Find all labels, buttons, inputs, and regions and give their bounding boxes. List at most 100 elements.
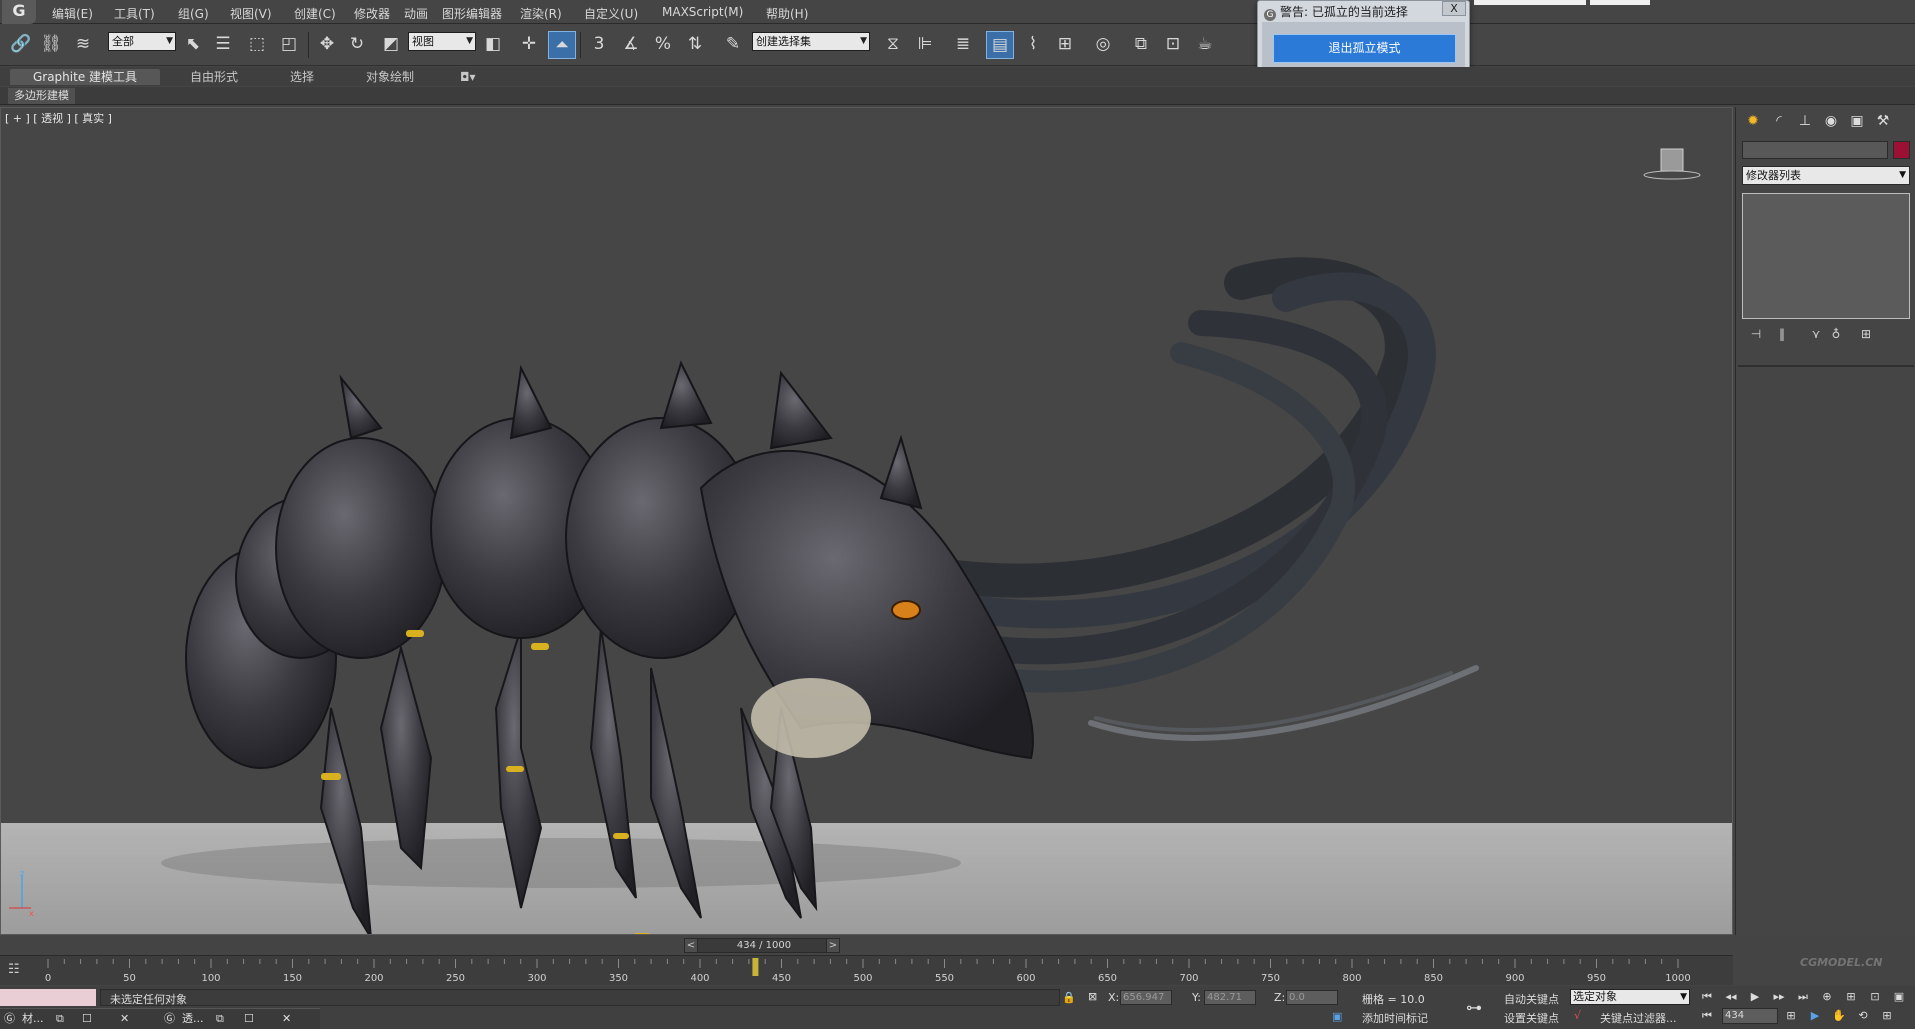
- percent-snap-icon[interactable]: %: [650, 31, 676, 57]
- snap-toggle-icon[interactable]: 3: [586, 31, 612, 57]
- menu-maxscript[interactable]: MAXScript(M): [662, 5, 743, 19]
- maximize-viewport-icon[interactable]: ▣: [1890, 989, 1908, 1005]
- modify-tab-icon[interactable]: ◜: [1768, 111, 1790, 131]
- scale-icon[interactable]: ◩: [378, 31, 404, 57]
- select-manipulate-icon[interactable]: ✛: [516, 31, 542, 57]
- zoom-all-icon[interactable]: ⊞: [1842, 989, 1860, 1005]
- maximize-icon[interactable]: ☐: [82, 1011, 92, 1027]
- close-icon[interactable]: X: [1442, 1, 1466, 16]
- maxscript-listener-mini[interactable]: [0, 989, 96, 1006]
- menu-rendering[interactable]: 渲染(R): [520, 5, 562, 22]
- pan-view-icon[interactable]: ✋: [1830, 1008, 1848, 1024]
- create-tab-icon[interactable]: ✹: [1742, 111, 1764, 131]
- tab-freeform[interactable]: 自由形式: [190, 69, 238, 85]
- minimized-viewport-window[interactable]: 透...: [182, 1011, 204, 1027]
- minimized-material-editor[interactable]: 材...: [22, 1011, 44, 1027]
- window-crossing-icon[interactable]: ◰: [276, 31, 302, 57]
- previous-key-icon[interactable]: ◂◂: [1722, 989, 1740, 1005]
- next-frame-button[interactable]: >: [826, 938, 840, 953]
- lock-selection-icon[interactable]: 🔒: [1062, 991, 1076, 1004]
- mirror-icon[interactable]: ⧖: [880, 31, 906, 57]
- perspective-viewport[interactable]: [ + ] [ 透视 ] [ 真实 ] z x: [0, 107, 1733, 935]
- close-icon[interactable]: ✕: [282, 1011, 291, 1027]
- tab-object-paint[interactable]: 对象绘制: [366, 69, 414, 85]
- keyboard-shortcut-override-icon[interactable]: ⏶: [548, 31, 576, 59]
- play-icon[interactable]: ▶: [1746, 989, 1764, 1005]
- hierarchy-tab-icon[interactable]: ⊥: [1794, 111, 1816, 131]
- zoom-extents-icon[interactable]: ⊡: [1866, 989, 1884, 1005]
- angle-snap-icon[interactable]: ∡: [618, 31, 644, 57]
- search-field[interactable]: [1474, 0, 1586, 5]
- maximize-toggle-icon[interactable]: ⊞: [1878, 1008, 1896, 1024]
- x-coord-field[interactable]: 656.947: [1120, 990, 1172, 1005]
- app-logo-button[interactable]: G: [2, 0, 36, 24]
- modifier-stack[interactable]: [1742, 193, 1910, 319]
- menu-modifiers[interactable]: 修改器: [354, 5, 390, 22]
- move-icon[interactable]: ✥: [314, 31, 340, 57]
- tab-selection[interactable]: 选择: [290, 69, 314, 85]
- configure-modifier-sets-icon[interactable]: ⊞: [1856, 325, 1876, 343]
- previous-frame-button[interactable]: <: [684, 938, 698, 953]
- key-mode-icon[interactable]: ⏮: [1698, 1008, 1716, 1024]
- go-to-end-icon[interactable]: ⏭: [1794, 989, 1812, 1005]
- bind-space-warp-icon[interactable]: ≋: [70, 31, 96, 57]
- key-selection-dropdown[interactable]: 选定对象 ▼: [1570, 989, 1690, 1005]
- next-key-icon[interactable]: ▸▸: [1770, 989, 1788, 1005]
- orbit-icon[interactable]: ⟲: [1854, 1008, 1872, 1024]
- render-teapot-icon[interactable]: ☕: [1192, 31, 1218, 57]
- track-bar[interactable]: ☷ 0 50 100 150 200 250 300 350 400 450 500 550 600 65…: [0, 955, 1733, 985]
- time-slider-track[interactable]: 434 / 1000: [686, 938, 840, 953]
- track-bar-ruler[interactable]: 0 50 100 150 200 250 300 350 400 450 500 550 600 650 7…: [40, 956, 1690, 986]
- y-coord-field[interactable]: 482.71: [1204, 990, 1256, 1005]
- render-setup-icon[interactable]: ⧉: [1128, 31, 1154, 57]
- spinner-snap-icon[interactable]: ⇅: [682, 31, 708, 57]
- menu-create[interactable]: 创建(C): [294, 5, 336, 22]
- restore-icon[interactable]: ⧉: [216, 1011, 224, 1027]
- menu-animation[interactable]: 动画: [404, 5, 428, 22]
- modifier-list-dropdown[interactable]: 修改器列表 ▼: [1742, 166, 1910, 185]
- time-tag-icon[interactable]: ▣: [1332, 1010, 1342, 1023]
- link-icon[interactable]: 🔗: [8, 31, 34, 57]
- time-config-icon[interactable]: ⊞: [1782, 1008, 1800, 1024]
- time-slider[interactable]: 434 / 1000 < >: [0, 937, 1733, 954]
- graphite-toggle-icon[interactable]: ▤: [986, 31, 1014, 59]
- select-by-name-icon[interactable]: ☰: [210, 31, 236, 57]
- mini-curve-editor-icon[interactable]: ☷: [8, 962, 28, 978]
- remove-modifier-icon[interactable]: ♁: [1826, 325, 1846, 343]
- ribbon-options-icon[interactable]: ◘▾: [460, 69, 476, 85]
- pivot-center-icon[interactable]: ◧: [480, 31, 506, 57]
- add-time-tag-button[interactable]: 添加时间标记: [1362, 1010, 1428, 1026]
- search-field-2[interactable]: [1590, 0, 1650, 5]
- maximize-icon[interactable]: ☐: [244, 1011, 254, 1027]
- curve-editor-icon[interactable]: ⌇: [1020, 31, 1046, 57]
- set-key-button[interactable]: 设置关键点: [1504, 1010, 1559, 1026]
- key-filters-button[interactable]: 关键点过滤器...: [1600, 1010, 1677, 1026]
- current-frame-marker[interactable]: [752, 958, 759, 976]
- material-editor-icon[interactable]: ◎: [1090, 31, 1116, 57]
- selection-filter-dropdown[interactable]: 全部 ▼: [108, 32, 176, 51]
- menu-group[interactable]: 组(G): [178, 5, 209, 22]
- menu-customize[interactable]: 自定义(U): [584, 5, 638, 22]
- object-color-swatch[interactable]: [1893, 141, 1910, 159]
- menu-views[interactable]: 视图(V): [230, 5, 272, 22]
- go-to-start-icon[interactable]: ⏮: [1698, 989, 1716, 1005]
- field-of-view-icon[interactable]: ▶: [1806, 1008, 1824, 1024]
- unlink-icon[interactable]: ⛓: [38, 31, 64, 57]
- z-coord-field[interactable]: 0.0: [1286, 990, 1338, 1005]
- utilities-tab-icon[interactable]: ⚒: [1872, 111, 1894, 131]
- viewcube-icon[interactable]: [1641, 143, 1701, 183]
- make-unique-icon[interactable]: ⋎: [1806, 325, 1826, 343]
- layer-manager-icon[interactable]: ≣: [950, 31, 976, 57]
- auto-key-button[interactable]: 自动关键点: [1504, 991, 1559, 1007]
- motion-tab-icon[interactable]: ◉: [1820, 111, 1842, 131]
- tab-graphite-modeling[interactable]: Graphite 建模工具: [10, 69, 160, 85]
- restore-icon[interactable]: ⧉: [56, 1011, 64, 1027]
- named-selection-dropdown[interactable]: 创建选择集 ▼: [752, 32, 870, 51]
- zoom-icon[interactable]: ⊕: [1818, 989, 1836, 1005]
- edit-named-selection-icon[interactable]: ✎: [720, 31, 746, 57]
- display-tab-icon[interactable]: ▣: [1846, 111, 1868, 131]
- key-filter-icon[interactable]: √: [1574, 1009, 1581, 1022]
- current-frame-field[interactable]: 434: [1722, 1008, 1778, 1024]
- select-object-icon[interactable]: ⬉: [180, 31, 206, 57]
- rendered-frame-icon[interactable]: ⊡: [1160, 31, 1186, 57]
